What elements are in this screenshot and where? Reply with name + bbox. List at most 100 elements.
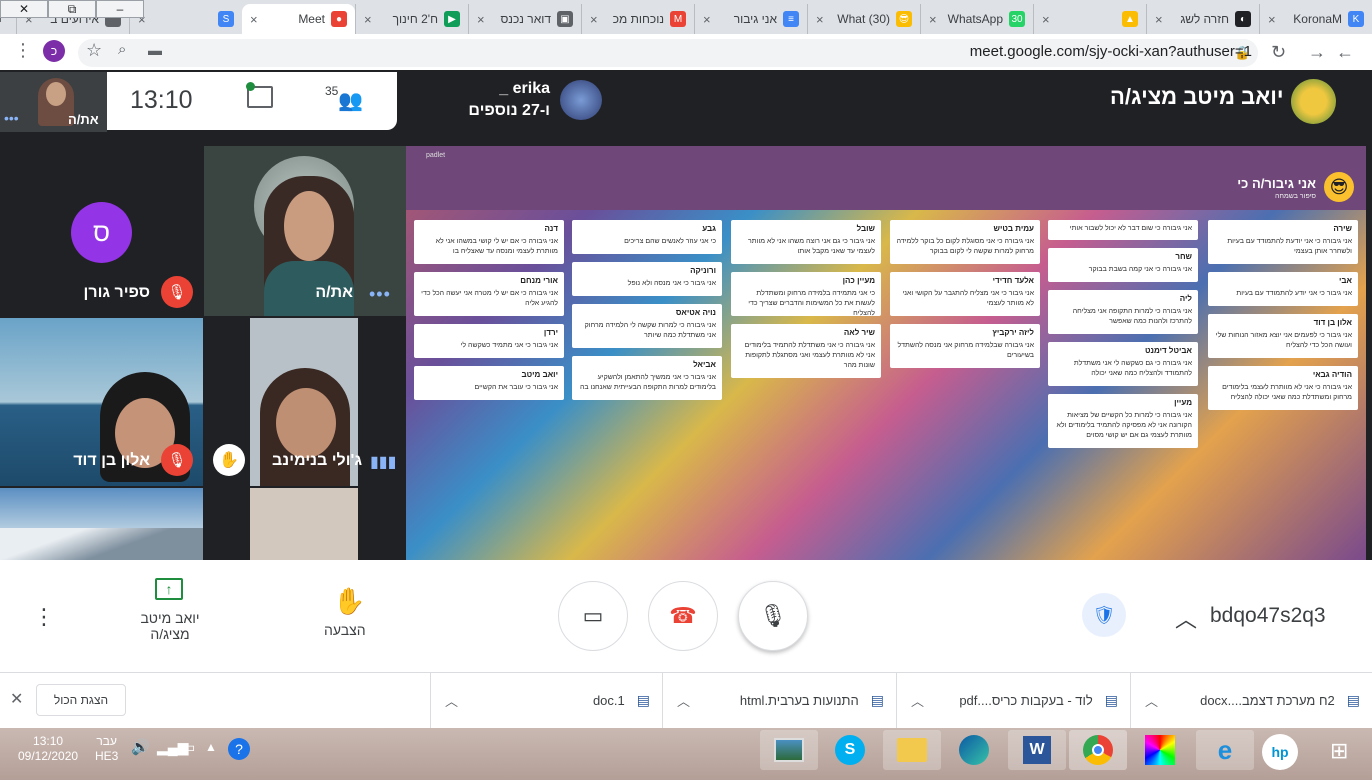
close-window-button[interactable]: ✕ bbox=[0, 0, 48, 18]
download-item[interactable]: ▤ התנועות בערבית.html ︿ bbox=[662, 673, 896, 728]
paint-icon[interactable] bbox=[1131, 730, 1189, 770]
minimize-window-button[interactable]: – bbox=[96, 0, 144, 18]
language-indicator[interactable]: עבר HE3 bbox=[95, 734, 118, 764]
tab-4[interactable]: 😎 (30) What × bbox=[807, 4, 920, 34]
tab-6[interactable]: M נוכחות מכ × bbox=[581, 4, 694, 34]
camera-button[interactable]: ▭ bbox=[558, 581, 628, 651]
help-icon[interactable]: ? bbox=[228, 738, 250, 760]
padlet-card[interactable]: נויה אטיאס אני גיבורה כי למרות שקשה לי הל… bbox=[572, 304, 722, 348]
volume-icon[interactable]: 🔊 bbox=[131, 738, 150, 756]
hp-icon[interactable]: hp bbox=[1262, 734, 1298, 770]
padlet-card[interactable]: ליזה ירקביץ אני גיבורה שבלמידה מרחוק אני … bbox=[890, 324, 1040, 368]
url-text[interactable]: meet.google.com/sjy-ocki-xan?authuser=1 bbox=[970, 43, 1252, 60]
download-item[interactable]: ▤ 2ח מערכת דצמב....docx ︿ bbox=[1130, 673, 1372, 728]
hang-up-button[interactable]: ☎ bbox=[648, 581, 718, 651]
padlet-card[interactable]: שובל אני גיבור כי גם אני רוצה משהו אני לא… bbox=[731, 220, 881, 264]
padlet-card[interactable]: יואב מיטב אני גיבור כי עובר את הקשיים bbox=[414, 366, 564, 400]
zoom-icon[interactable]: ⌕ bbox=[118, 41, 126, 58]
padlet-card[interactable]: הודיה גבאי אני גיבורה כי אני לא מוותרת לע… bbox=[1208, 366, 1358, 410]
present-screen-icon[interactable]: ↑ bbox=[155, 578, 183, 600]
padlet-card[interactable]: שירה אני גיבורה כי אני יודעת להתמודד עם ב… bbox=[1208, 220, 1358, 264]
menu-dots-icon[interactable]: ⋮ bbox=[14, 40, 32, 61]
padlet-card[interactable]: אבי אני גיבור כי אני יודע להתמודד עם בעיו… bbox=[1208, 272, 1358, 306]
photos-icon[interactable] bbox=[760, 730, 818, 770]
tab-close-icon[interactable]: × bbox=[1155, 12, 1163, 27]
star-icon[interactable]: ☆ bbox=[86, 40, 102, 61]
windows-start-icon[interactable]: ⊞ bbox=[1330, 738, 1348, 764]
more-options-icon[interactable]: ⋮ bbox=[33, 604, 55, 630]
reload-icon[interactable]: ↻ bbox=[1271, 42, 1286, 63]
padlet-card[interactable]: אלון בן דוד אני גיבור כי לפעמים אני יוצא … bbox=[1208, 314, 1358, 358]
tile-juli[interactable]: ✋ ג'ולי בנימינב ▮▮▮ bbox=[204, 318, 406, 486]
download-item[interactable]: ▤ 1.doc ︿ bbox=[430, 673, 662, 728]
padlet-card[interactable]: שחר אני גיבורה כי אני קמה בשבת בבוקר bbox=[1048, 248, 1198, 282]
word-icon[interactable]: W bbox=[1008, 730, 1066, 770]
raise-hand-icon[interactable]: ✋ bbox=[333, 586, 365, 617]
explorer-icon[interactable] bbox=[883, 730, 941, 770]
forward-arrow-icon[interactable]: → bbox=[1308, 42, 1326, 63]
tab-close-icon[interactable]: × bbox=[477, 12, 485, 27]
tab-close-icon[interactable]: × bbox=[816, 12, 824, 27]
tab-close-icon[interactable]: × bbox=[929, 12, 937, 27]
chrome-icon[interactable] bbox=[1069, 730, 1127, 770]
padlet-card[interactable]: מעיין אני גיבורה כי למרות כל הקשיים של מצ… bbox=[1048, 394, 1198, 448]
tab-5[interactable]: ≡ אני גיבור × bbox=[694, 4, 807, 34]
more-options-icon[interactable]: ••• bbox=[369, 284, 391, 305]
tab-2[interactable]: ▲ × bbox=[1033, 4, 1146, 34]
padlet-card[interactable]: אלעד חדידי אני גיבור כי אני מצליח להתגבר … bbox=[890, 272, 1040, 316]
tile-sapir[interactable]: ס ספיר גורן 🎙 bbox=[0, 146, 203, 316]
padlet-card[interactable]: דנה אני גיבורה כי אם יש לי קושי במשהו אני… bbox=[414, 220, 564, 264]
tile-self-large[interactable]: את/ה ••• bbox=[204, 146, 406, 316]
people-icon[interactable]: 👥 bbox=[338, 88, 363, 113]
skype-icon[interactable]: S bbox=[821, 730, 879, 770]
chevron-up-icon[interactable]: ︿ bbox=[1175, 602, 1197, 634]
shield-lock-icon[interactable]: 🛡 bbox=[1082, 593, 1126, 637]
padlet-card[interactable]: אביאל אני גיבור כי אני ממשיך להתאמן ולהשק… bbox=[572, 356, 722, 400]
padlet-card[interactable]: ירדן אני גיבור כי אני מתמיד כשקשה לי bbox=[414, 324, 564, 358]
system-clock[interactable]: 13:10 09/12/2020 bbox=[18, 734, 78, 764]
chevron-up-icon[interactable]: ︿ bbox=[911, 691, 924, 710]
presenting-label[interactable]: יואב מיטב מציג/ה bbox=[120, 610, 220, 642]
chevron-up-icon[interactable]: ︿ bbox=[445, 691, 458, 710]
padlet-card[interactable]: ליה אני גיבורה כי למרות התקופה אני מצליחה… bbox=[1048, 290, 1198, 334]
tab-0[interactable]: K KoronaM × bbox=[1259, 4, 1372, 34]
padlet-card[interactable]: אורי מנחם אני גיבורה כי אם יש לי מטרה אני… bbox=[414, 272, 564, 316]
padlet-card[interactable]: אני גיבורה כי שום דבר לא יכול לשבור אותי bbox=[1048, 220, 1198, 240]
tab-close-icon[interactable]: × bbox=[703, 12, 711, 27]
tab-1[interactable]: ◐ חזרה לשג × bbox=[1146, 4, 1259, 34]
tab-3[interactable]: 30 WhatsApp × bbox=[920, 4, 1033, 34]
profile-avatar[interactable]: כ bbox=[43, 40, 65, 62]
tile-mountains[interactable] bbox=[0, 488, 203, 560]
cast-icon[interactable]: ▬ bbox=[148, 42, 162, 58]
signal-icon[interactable]: ▂▄▆ bbox=[157, 739, 188, 756]
tile-room[interactable] bbox=[204, 488, 406, 560]
tab-close-icon[interactable]: × bbox=[1042, 12, 1050, 27]
tab-7[interactable]: ▣ דואר נכנס × bbox=[468, 4, 581, 34]
ie-icon[interactable]: e bbox=[1196, 730, 1254, 770]
chevron-up-icon[interactable]: ︿ bbox=[677, 691, 690, 710]
tab-close-icon[interactable]: × bbox=[364, 12, 372, 27]
padlet-card[interactable]: גבע כי אני עוזר לאנשים שהם צריכים bbox=[572, 220, 722, 254]
padlet-card[interactable]: ורוניקה אני גיבור כי אני מנסה ולא נופל bbox=[572, 262, 722, 296]
tab-close-icon[interactable]: × bbox=[1268, 12, 1276, 27]
padlet-card[interactable]: שיר לאה אני גיבורה כי אני משתדלת להתמיד ב… bbox=[731, 324, 881, 378]
padlet-card[interactable]: אביטל דימנט אני גיבורה כי גם כשקשה לי אני… bbox=[1048, 342, 1198, 386]
chevron-up-icon[interactable]: ︿ bbox=[1145, 691, 1158, 710]
tray-chevron-icon[interactable]: ▲ bbox=[205, 740, 217, 754]
tab-10[interactable]: S × bbox=[129, 4, 242, 34]
padlet-card[interactable]: מעיין כהן כי אני מתמידה בלמידה מרחוק ומשת… bbox=[731, 272, 881, 316]
tab-close-icon[interactable]: × bbox=[250, 12, 258, 27]
chat-icon[interactable] bbox=[246, 82, 273, 108]
back-arrow-icon[interactable]: ← bbox=[1336, 42, 1354, 63]
tab-9[interactable]: ● Meet × bbox=[242, 4, 355, 34]
self-preview[interactable]: ••• את/ה bbox=[0, 72, 107, 132]
restore-window-button[interactable]: ⧉ bbox=[48, 0, 96, 18]
raise-hand-label[interactable]: הצבעה bbox=[324, 622, 366, 638]
more-options-icon[interactable]: ••• bbox=[4, 110, 19, 126]
padlet-card[interactable]: עמית בטיש אני גיבורה כי אני מסוגלת לקום כ… bbox=[890, 220, 1040, 264]
tab-8[interactable]: ▶ ח'2 חינוך × bbox=[355, 4, 468, 34]
download-item[interactable]: ▤ לוד - בעקבות כריס....pdf ︿ bbox=[896, 673, 1130, 728]
edge-icon[interactable] bbox=[945, 730, 1003, 770]
tab-close-icon[interactable]: × bbox=[590, 12, 598, 27]
mic-button[interactable]: 🎙 bbox=[738, 581, 808, 651]
